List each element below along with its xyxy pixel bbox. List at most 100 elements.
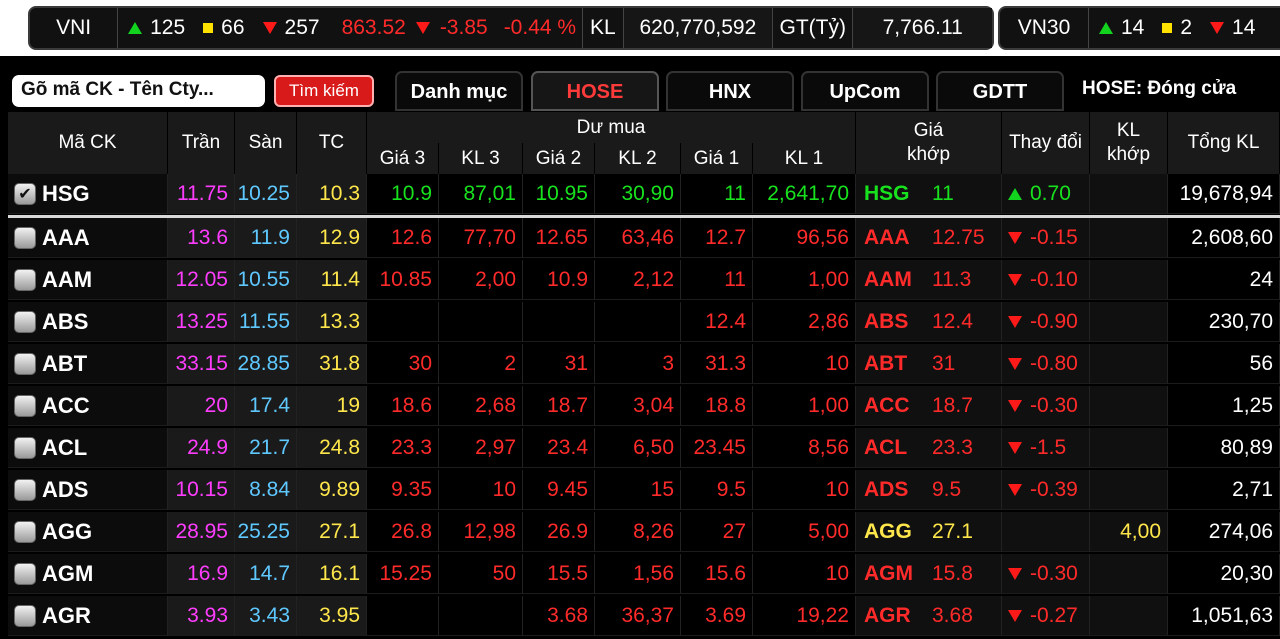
bid-vol-2-cell: 36,37 — [595, 596, 681, 636]
bid-vol-3-cell: 77,70 — [439, 218, 523, 258]
checkbox-icon[interactable] — [14, 394, 36, 417]
checkbox-icon[interactable] — [14, 436, 36, 459]
bid-vol-3-cell: 12,98 — [439, 512, 523, 552]
bid-price-1-cell: 15.6 — [681, 554, 753, 594]
symbol-cell[interactable]: ABT — [8, 344, 168, 384]
symbol-cell[interactable]: AAM — [8, 260, 168, 300]
bid-price-1-cell: 27 — [681, 512, 753, 552]
header-bid-vol-3[interactable]: KL 3 — [439, 143, 523, 174]
header-ceiling[interactable]: Trần — [168, 112, 235, 174]
header-total-volume[interactable]: Tổng KL — [1168, 112, 1280, 174]
bid-vol-3-cell: 2,68 — [439, 386, 523, 426]
checked-checkbox-icon[interactable]: ✔ — [14, 182, 36, 205]
symbol-cell[interactable]: ACC — [8, 386, 168, 426]
match-symbol: ABT — [864, 351, 908, 375]
match-price-cell: AAA 12.75 — [856, 218, 1002, 258]
table-row[interactable]: AAA 13.6 11.9 12.9 12.6 77,70 12.65 63,46 12.7 96… — [8, 218, 1280, 258]
checkbox-icon[interactable] — [14, 310, 36, 333]
checkbox-icon[interactable] — [14, 478, 36, 501]
header-ref[interactable]: TC — [297, 112, 367, 174]
vn30-unchanged: 2 — [1180, 16, 1193, 39]
table-row[interactable]: AGG 28.95 25.25 27.1 26.8 12,98 26.9 8,26 27 5,00… — [8, 512, 1280, 552]
ref-price-cell: 19 — [297, 386, 367, 426]
table-row[interactable]: AGR 3.93 3.43 3.95 3.68 36,37 3.69 19,22 AGR 3.68… — [8, 596, 1280, 636]
table-row[interactable]: ABS 13.25 11.55 13.3 12.4 2,86 ABS 12.4 -0.90 230… — [8, 302, 1280, 342]
symbol-cell[interactable]: AGR — [8, 596, 168, 636]
bid-price-3-cell: 10.85 — [367, 260, 439, 300]
tab-hose[interactable]: HOSE — [531, 71, 659, 111]
search-input[interactable]: Gõ mã CK - Tên Cty... — [12, 75, 265, 107]
tab-hnx[interactable]: HNX — [666, 71, 794, 111]
symbol-label: AAA — [42, 224, 90, 250]
toolbar: Gõ mã CK - Tên Cty... Tìm kiếm Danh mục … — [0, 66, 1280, 112]
vni-volume: 620,770,592 — [639, 16, 757, 39]
checkbox-icon[interactable] — [14, 226, 36, 249]
bid-vol-3-cell — [439, 596, 523, 636]
total-volume-cell: 19,678,94 — [1168, 174, 1280, 214]
symbol-cell[interactable]: AAA — [8, 218, 168, 258]
bid-price-2-cell: 9.45 — [523, 470, 595, 510]
bid-vol-1-cell: 19,22 — [753, 596, 856, 636]
table-row[interactable]: ADS 10.15 8.84 9.89 9.35 10 9.45 15 9.5 10 ADS 9.5-… — [8, 470, 1280, 510]
header-bid-price-1[interactable]: Giá 1 — [681, 143, 753, 174]
bid-vol-2-cell: 3,04 — [595, 386, 681, 426]
table-row[interactable]: ACL 24.9 21.7 24.8 23.3 2,97 23.4 6,50 23.45 8,56… — [8, 428, 1280, 468]
symbol-cell[interactable]: ✔ HSG — [8, 174, 168, 214]
header-bid-price-2[interactable]: Giá 2 — [523, 143, 595, 174]
symbol-cell[interactable]: ADS — [8, 470, 168, 510]
floor-price-cell: 8.84 — [235, 470, 297, 510]
down-arrow-icon — [1008, 609, 1022, 622]
vni-ticker: VNI 125 66 257 863.52 -3.85 -0.44 % KL 6… — [28, 6, 994, 50]
symbol-cell[interactable]: ACL — [8, 428, 168, 468]
checkbox-icon[interactable] — [14, 562, 36, 585]
header-match-volume[interactable]: KL khớp — [1090, 112, 1168, 174]
symbol-cell[interactable]: ABS — [8, 302, 168, 342]
tab-danh-muc[interactable]: Danh mục — [395, 71, 523, 111]
ref-price-cell: 11.4 — [297, 260, 367, 300]
checkbox-icon[interactable] — [14, 268, 36, 291]
down-arrow-icon — [1008, 483, 1022, 496]
vn30-ticker: VN30 14 2 14 — [998, 6, 1280, 50]
match-volume-cell — [1090, 344, 1168, 384]
search-button[interactable]: Tìm kiếm — [274, 75, 374, 107]
bid-price-1-cell: 11 — [681, 174, 753, 214]
bid-vol-2-cell: 63,46 — [595, 218, 681, 258]
header-floor[interactable]: Sàn — [235, 112, 297, 174]
floor-price-cell: 11.55 — [235, 302, 297, 342]
down-arrow-icon — [1008, 441, 1022, 454]
bid-vol-1-cell: 10 — [753, 344, 856, 384]
header-match-price[interactable]: Giá khớp — [856, 112, 1002, 174]
ceiling-price-cell: 20 — [168, 386, 235, 426]
bid-price-2-cell: 10.95 — [523, 174, 595, 214]
bid-price-2-cell: 26.9 — [523, 512, 595, 552]
header-bid-price-3[interactable]: Giá 3 — [367, 143, 439, 174]
checkbox-icon[interactable] — [14, 604, 36, 627]
table-row[interactable]: AGM 16.9 14.7 16.1 15.25 50 15.5 1,56 15.6 10 AGM 1… — [8, 554, 1280, 594]
change-cell: -0.30 — [1002, 554, 1090, 594]
table-row[interactable]: ACC 20 17.4 19 18.6 2,68 18.7 3,04 18.8 1,00 ACC 18… — [8, 386, 1280, 426]
table-row[interactable]: AAM 12.05 10.55 11.4 10.85 2,00 10.9 2,12 11 1,00… — [8, 260, 1280, 300]
bid-price-1-cell: 12.4 — [681, 302, 753, 342]
bid-price-1-cell: 18.8 — [681, 386, 753, 426]
symbol-cell[interactable]: AGG — [8, 512, 168, 552]
symbol-label: HSG — [42, 180, 90, 206]
table-row[interactable]: ABT 33.15 28.85 31.8 30 2 31 3 31.3 10 ABT 31 -0.80 5… — [8, 344, 1280, 384]
symbol-cell[interactable]: AGM — [8, 554, 168, 594]
checkbox-icon[interactable] — [14, 520, 36, 543]
checkbox-icon[interactable] — [14, 352, 36, 375]
change-value: -0.10 — [1030, 267, 1078, 291]
bid-price-2-cell: 3.68 — [523, 596, 595, 636]
table-row[interactable]: ✔ HSG 11.75 10.25 10.3 10.9 87,01 10.95 30,90 11 2… — [8, 174, 1280, 214]
header-change[interactable]: Thay đổi — [1002, 112, 1090, 174]
header-bid-vol-1[interactable]: KL 1 — [753, 143, 856, 174]
symbol-label: ACL — [42, 434, 88, 460]
unchanged-square-icon — [1162, 23, 1173, 33]
bid-vol-1-cell: 10 — [753, 470, 856, 510]
change-cell: -0.80 — [1002, 344, 1090, 384]
down-arrow-icon — [1008, 567, 1022, 580]
value-label: GT(Tỷ) — [779, 16, 846, 39]
tab-upcom[interactable]: UpCom — [801, 71, 929, 111]
tab-gdtt[interactable]: GDTT — [936, 71, 1064, 111]
header-bid-vol-2[interactable]: KL 2 — [595, 143, 681, 174]
header-symbol[interactable]: Mã CK — [8, 112, 168, 174]
